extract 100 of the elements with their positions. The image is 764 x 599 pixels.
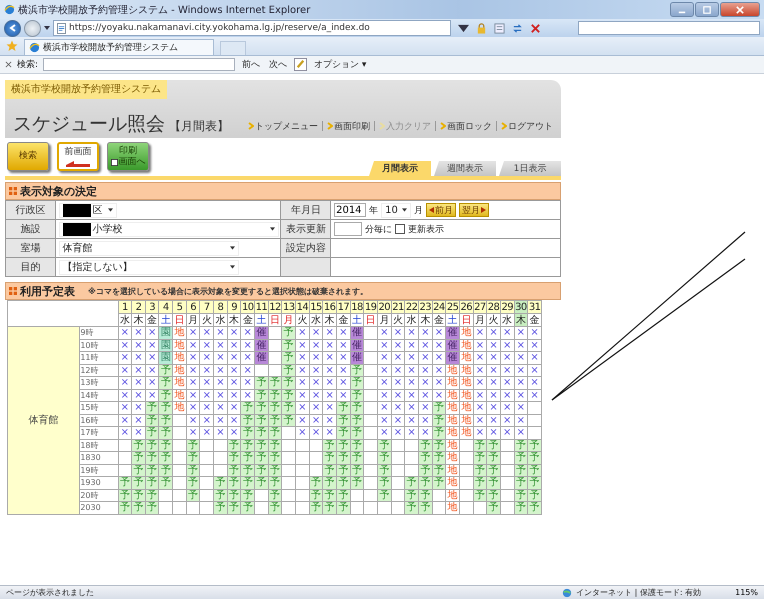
slot-cell[interactable]: × (200, 364, 214, 376)
slot-cell[interactable]: × (132, 326, 146, 339)
slot-cell[interactable]: × (404, 364, 418, 376)
slot-cell[interactable]: × (309, 402, 323, 414)
slot-cell[interactable]: 地 (172, 326, 186, 339)
minimize-button[interactable] (670, 2, 694, 17)
dropdown[interactable]: 区 (58, 202, 117, 218)
slot-cell[interactable]: × (214, 426, 228, 439)
slot-cell[interactable]: × (200, 376, 214, 389)
slot-cell[interactable]: × (186, 326, 200, 339)
slot-cell[interactable]: × (214, 326, 228, 339)
highlight-icon[interactable] (294, 58, 308, 71)
slot-cell[interactable]: × (336, 339, 350, 352)
slot-cell[interactable]: × (132, 389, 146, 402)
slot-cell[interactable]: × (200, 389, 214, 402)
slot-cell[interactable]: × (118, 352, 132, 364)
search-button[interactable]: 検索 (7, 142, 49, 171)
slot-cell[interactable]: 地 (446, 489, 460, 502)
slot-cell[interactable]: × (432, 376, 446, 389)
slot-cell[interactable]: × (118, 426, 132, 439)
slot-cell[interactable]: × (132, 414, 146, 426)
header-link[interactable]: トップメニュー (248, 120, 318, 132)
close-button[interactable] (720, 2, 760, 17)
slot-cell[interactable]: × (514, 339, 528, 352)
slot-cell[interactable]: × (309, 376, 323, 389)
slot-cell[interactable]: × (404, 376, 418, 389)
slot-cell[interactable]: × (200, 414, 214, 426)
slot-cell[interactable]: 地 (446, 389, 460, 402)
caret-icon[interactable] (44, 26, 50, 30)
slot-cell[interactable]: × (391, 414, 405, 426)
slot-cell[interactable]: × (500, 352, 514, 364)
slot-cell[interactable]: × (514, 326, 528, 339)
view-tab[interactable]: 1日表示 (499, 161, 561, 176)
slot-cell[interactable]: 地 (459, 364, 474, 376)
back-button[interactable]: 前画面 (57, 142, 99, 171)
slot-cell[interactable]: × (309, 426, 323, 439)
slot-cell[interactable]: × (418, 426, 432, 439)
slot-cell[interactable]: × (404, 326, 418, 339)
slot-cell[interactable]: 地 (446, 452, 460, 464)
slot-cell[interactable]: × (418, 364, 432, 376)
dropdown[interactable]: 体育館 (58, 240, 239, 256)
slot-cell[interactable]: × (418, 402, 432, 414)
checkbox[interactable] (395, 224, 406, 234)
slot-cell[interactable]: × (214, 364, 228, 376)
slot-cell[interactable]: × (418, 326, 432, 339)
slot-cell[interactable]: × (296, 414, 310, 426)
slot-cell[interactable]: × (214, 414, 228, 426)
slot-cell[interactable]: × (186, 339, 200, 352)
slot-cell[interactable]: × (486, 352, 500, 364)
slot-cell[interactable]: 地 (446, 414, 460, 426)
slot-cell[interactable]: × (418, 352, 432, 364)
slot-cell[interactable]: × (514, 426, 528, 439)
slot-cell[interactable]: × (296, 339, 310, 352)
maximize-button[interactable] (695, 2, 719, 17)
slot-cell[interactable]: × (186, 389, 200, 402)
slot-cell[interactable]: × (118, 389, 132, 402)
slot-cell[interactable]: 地 (172, 402, 186, 414)
slot-cell[interactable]: × (500, 389, 514, 402)
slot-cell[interactable]: × (200, 352, 214, 364)
slot-cell[interactable]: × (322, 326, 337, 339)
slot-cell[interactable]: × (132, 426, 146, 439)
slot-cell[interactable]: × (296, 326, 310, 339)
slot-cell[interactable]: × (322, 339, 337, 352)
slot-cell[interactable]: 地 (446, 476, 460, 489)
slot-cell[interactable]: × (500, 339, 514, 352)
slot-cell[interactable]: × (296, 376, 310, 389)
slot-cell[interactable]: × (391, 426, 405, 439)
slot-cell[interactable]: × (240, 364, 255, 376)
slot-cell[interactable]: × (336, 376, 350, 389)
slot-cell[interactable]: × (309, 389, 323, 402)
slot-cell[interactable]: × (186, 364, 200, 376)
slot-cell[interactable]: × (404, 426, 418, 439)
slot-cell[interactable]: × (391, 376, 405, 389)
slot-cell[interactable]: × (200, 339, 214, 352)
slot-cell[interactable]: × (391, 402, 405, 414)
slot-cell[interactable]: × (528, 339, 542, 352)
slot-cell[interactable]: × (391, 326, 405, 339)
slot-cell[interactable]: × (296, 402, 310, 414)
slot-cell[interactable]: × (214, 339, 228, 352)
favorites-star-icon[interactable] (6, 40, 18, 52)
slot-cell[interactable]: 地 (446, 402, 460, 414)
slot-cell[interactable]: × (514, 402, 528, 414)
slot-cell[interactable]: × (404, 389, 418, 402)
slot-cell[interactable]: × (309, 414, 323, 426)
slot-cell[interactable]: × (214, 376, 228, 389)
slot-cell[interactable]: × (296, 389, 310, 402)
slot-cell[interactable]: × (214, 352, 228, 364)
caret-icon[interactable] (458, 22, 469, 34)
next-month-button[interactable]: 翌月 (459, 203, 490, 217)
slot-cell[interactable]: 地 (172, 389, 186, 402)
previous-month-button[interactable]: 前月 (426, 203, 456, 217)
slot-cell[interactable]: × (132, 376, 146, 389)
slot-cell[interactable]: × (514, 376, 528, 389)
slot-cell[interactable]: 地 (446, 464, 460, 476)
year-field[interactable]: 2014 (334, 203, 366, 217)
dropdown[interactable]: 【指定しない】 (58, 260, 239, 274)
dropdown[interactable]: 小学校 (58, 222, 279, 236)
slot-cell[interactable]: × (391, 364, 405, 376)
slot-cell[interactable]: × (186, 414, 200, 426)
slot-cell[interactable]: × (486, 326, 500, 339)
